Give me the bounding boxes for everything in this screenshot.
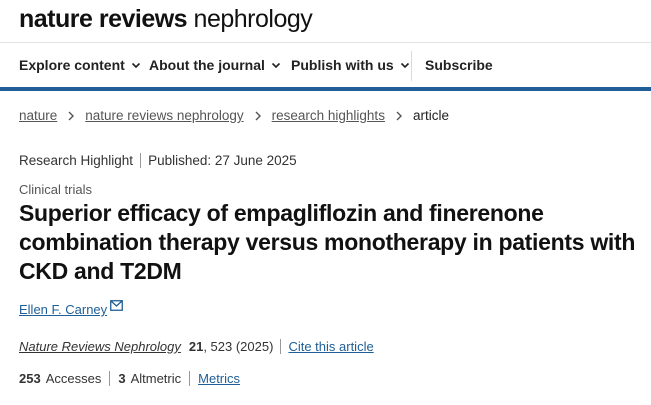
article-metrics: 253 Accesses 3 Altmetric Metrics — [19, 371, 240, 386]
article-subject: Clinical trials — [19, 182, 92, 197]
citation-divider — [280, 339, 282, 354]
meta-divider — [140, 153, 142, 168]
accesses-label: Accesses — [45, 371, 102, 386]
nav-subscribe-label: Subscribe — [425, 57, 493, 73]
altmetric-label: Altmetric — [130, 371, 182, 386]
mail-icon[interactable] — [110, 300, 124, 311]
nav-about-journal[interactable]: About the journal — [149, 57, 281, 73]
article-type: Research Highlight — [19, 153, 134, 168]
volume-number: 21 — [188, 339, 204, 354]
metrics-divider — [189, 371, 191, 386]
journal-logo[interactable]: nature reviews nephrology — [19, 5, 313, 34]
chevron-down-icon — [400, 62, 409, 69]
chevron-down-icon — [271, 62, 280, 69]
nav-about-journal-label: About the journal — [149, 57, 265, 73]
metrics-divider — [109, 371, 111, 386]
citation-line: Nature Reviews Nephrology 21 , 523 (2025… — [19, 339, 374, 354]
nav-divider — [411, 51, 412, 81]
nav-publish-with-us[interactable]: Publish with us — [291, 57, 410, 73]
breadcrumb-current: article — [412, 108, 449, 123]
journal-link[interactable]: Nature Reviews Nephrology — [19, 339, 181, 354]
chevron-right-icon — [255, 111, 261, 120]
logo-regular-text: nephrology — [193, 5, 313, 33]
author-list: Ellen F. Carney — [19, 300, 124, 317]
nav-explore-content-label: Explore content — [19, 57, 125, 73]
chevron-right-icon — [68, 111, 75, 120]
accesses-count: 253 — [19, 371, 41, 386]
article-title: Superior efficacy of empagliflozin and f… — [19, 200, 636, 284]
altmetric-count: 3 — [118, 371, 126, 386]
author-link[interactable]: Ellen F. Carney — [19, 302, 107, 317]
chevron-right-icon — [396, 111, 402, 120]
nav-publish-with-us-label: Publish with us — [291, 57, 394, 73]
article-meta: Research Highlight Published: 27 June 20… — [19, 153, 297, 168]
site-header: nature reviews nephrology — [0, 0, 651, 43]
main-nav: Explore content About the journal Publis… — [0, 43, 651, 87]
breadcrumb-link-journal[interactable]: nature reviews nephrology — [85, 108, 243, 123]
nav-accent-rule — [0, 87, 651, 91]
breadcrumb-link-research-highlights[interactable]: research highlights — [272, 108, 385, 123]
published-date: Published: 27 June 2025 — [148, 153, 297, 168]
metrics-link[interactable]: Metrics — [198, 371, 240, 386]
nav-explore-content[interactable]: Explore content — [19, 57, 141, 73]
chevron-down-icon — [131, 62, 140, 69]
breadcrumb-link-nature[interactable]: nature — [19, 108, 57, 123]
nav-subscribe[interactable]: Subscribe — [425, 57, 493, 73]
pages-year: , 523 (2025) — [203, 339, 274, 354]
cite-this-article-link[interactable]: Cite this article — [288, 339, 373, 354]
logo-bold-text: nature reviews — [19, 5, 188, 33]
breadcrumb: nature nature reviews nephrology researc… — [19, 108, 449, 123]
